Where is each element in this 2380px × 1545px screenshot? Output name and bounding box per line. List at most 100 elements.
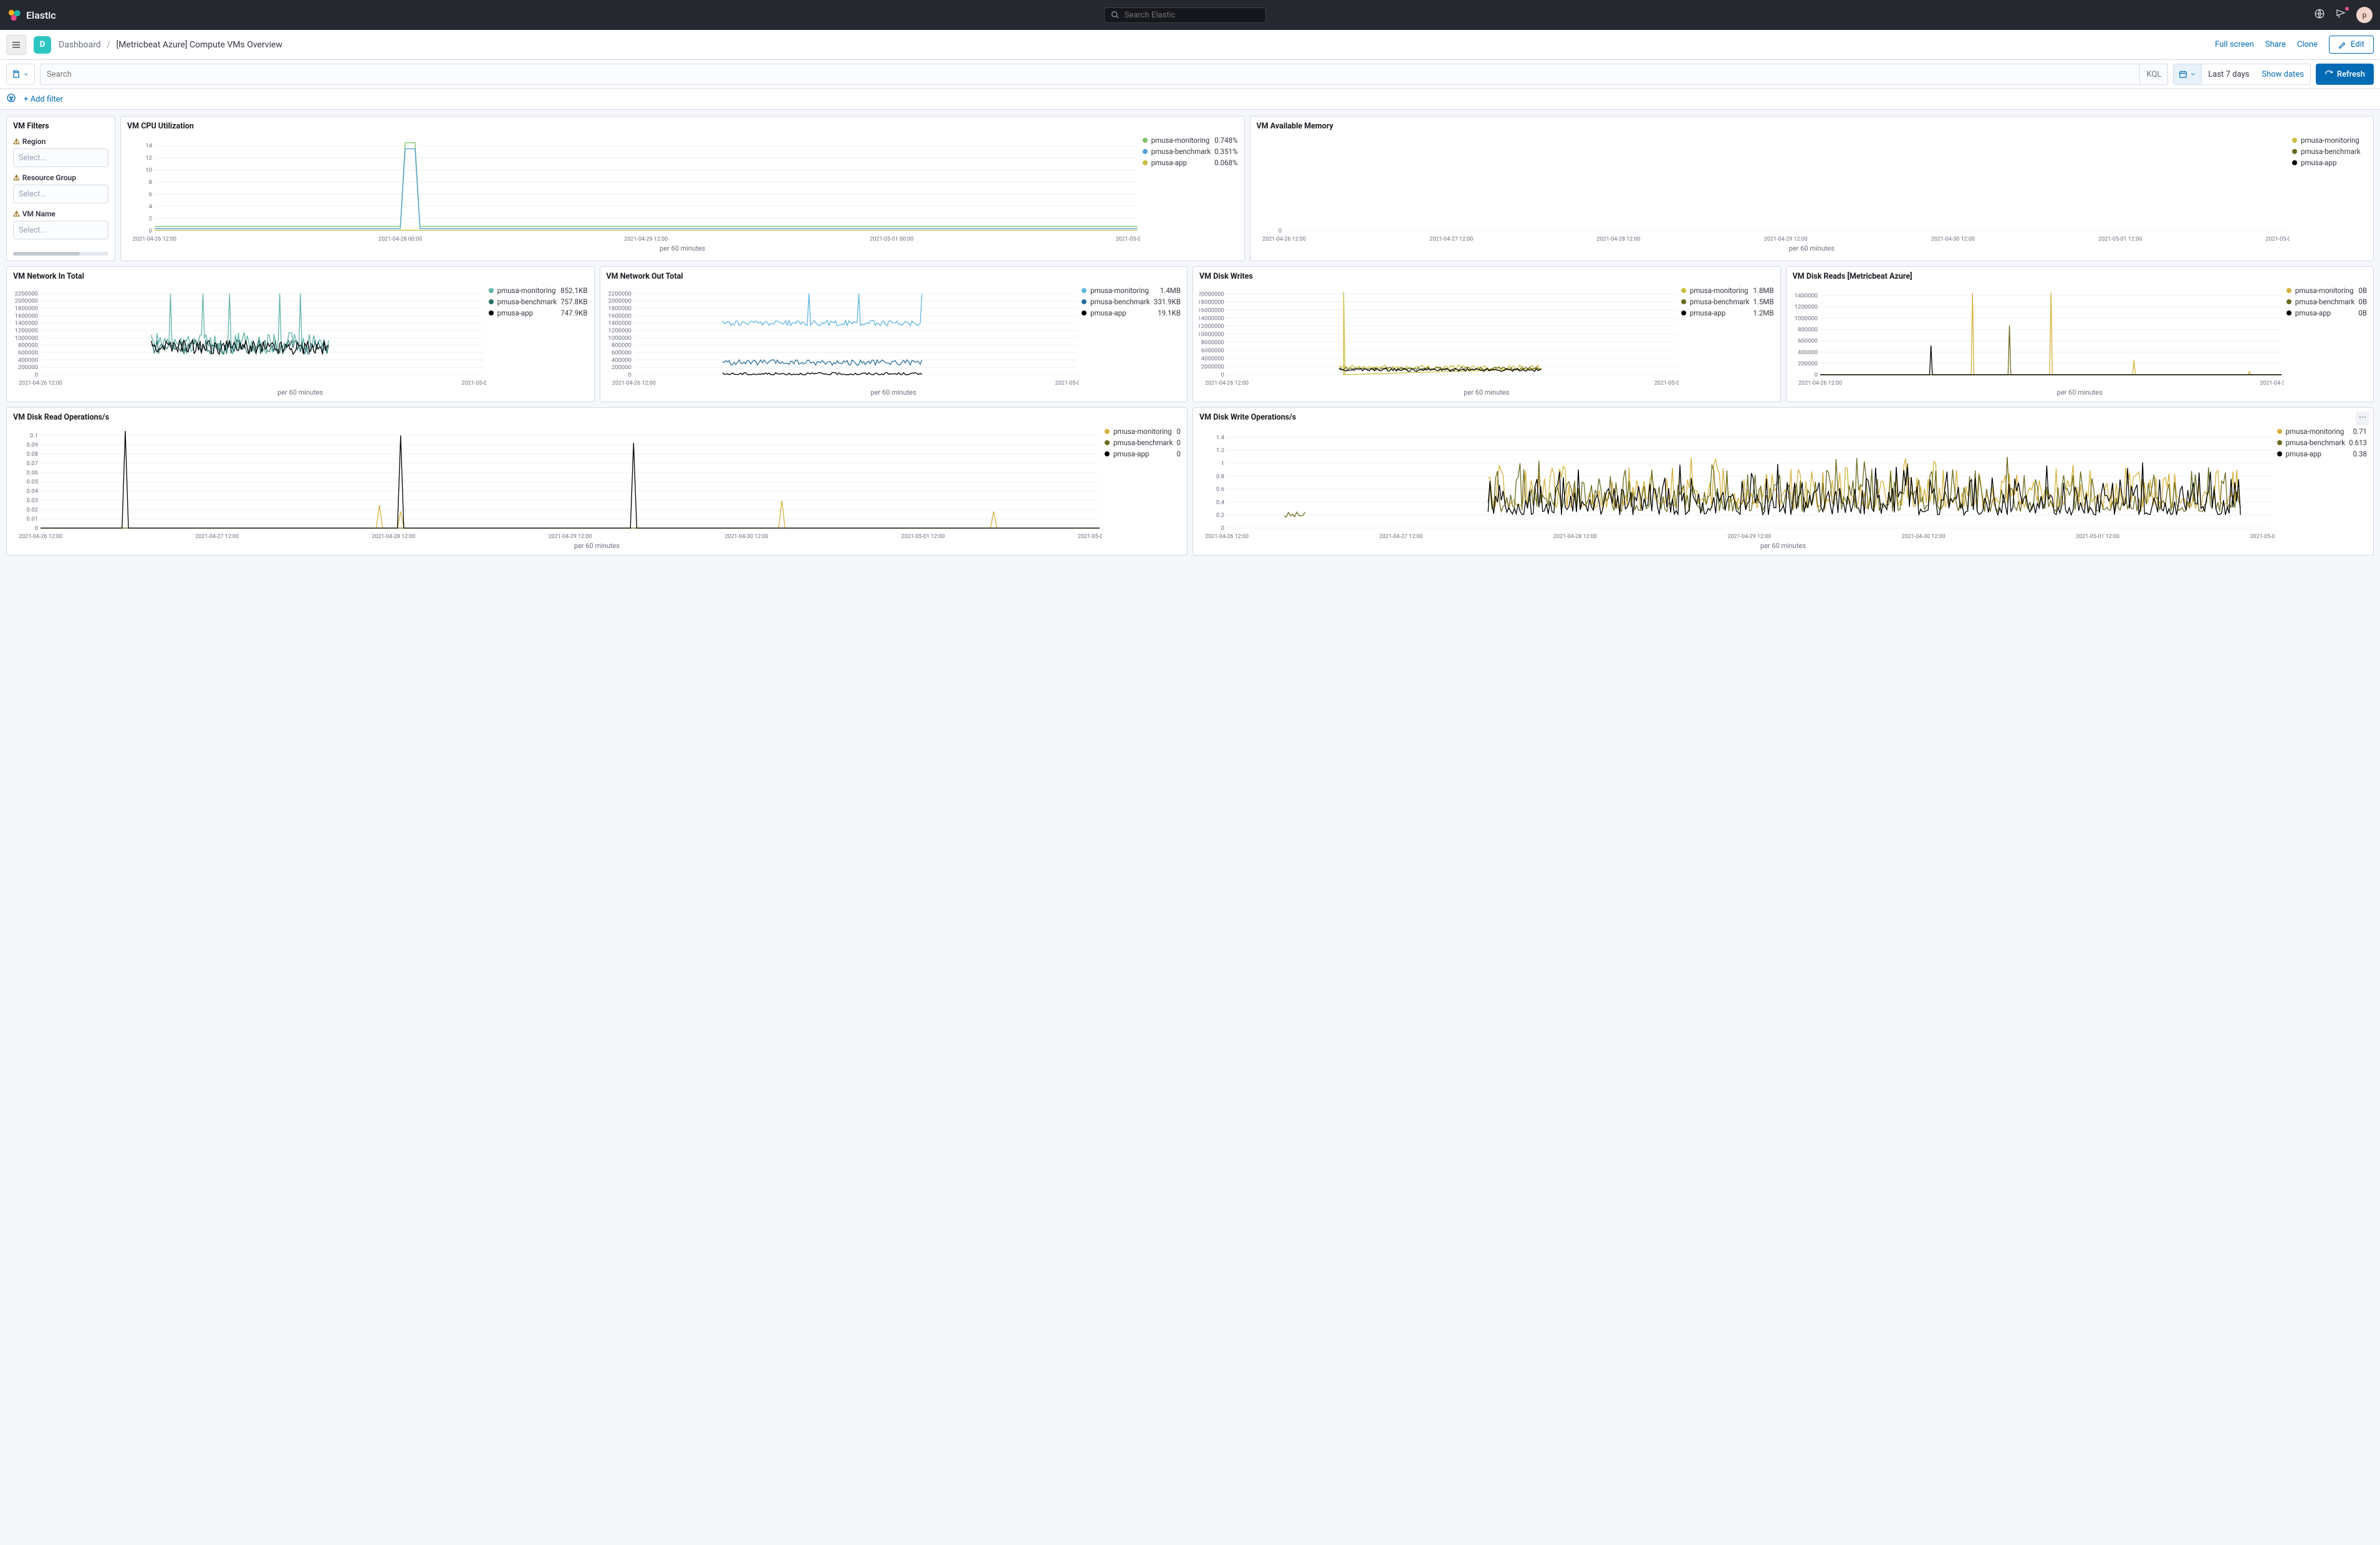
legend-value: 0.38 [2353,450,2367,458]
chevron-down-icon [2190,71,2196,77]
legend-item[interactable]: pmusa-benchmark331.9KB [1082,297,1181,306]
filter-select[interactable]: Select... [13,221,108,239]
svg-text:2021-04-26 12:00: 2021-04-26 12:00 [612,380,656,386]
legend-item[interactable]: pmusa-monitoring [2292,136,2367,145]
show-dates-link[interactable]: Show dates [2255,70,2310,79]
integrations-icon[interactable] [2314,8,2325,22]
svg-text:12000000: 12000000 [1199,323,1224,330]
query-input-wrap: KQL [40,64,2168,85]
legend-item[interactable]: pmusa-monitoring1.8MB [1681,286,1774,295]
panel-vm-disk-read-ops: VM Disk Read Operations/s 00.010.020.030… [6,407,1188,556]
svg-text:2021-04-28 12:00: 2021-04-28 12:00 [1596,236,1640,242]
svg-text:2200000: 2200000 [608,291,631,297]
legend-item[interactable]: pmusa-monitoring0B [2286,286,2367,295]
panel-vm-disk-reads: VM Disk Reads [Metricbeat Azure] 0200000… [1786,266,2374,402]
svg-text:2021-04-26 12:00: 2021-04-26 12:00 [19,380,62,386]
panel-scrollbar[interactable] [13,252,108,256]
chart-svg: 0200000400000600000800000100000012000001… [13,286,486,386]
legend-item[interactable]: pmusa-app0B [2286,309,2367,317]
legend-item[interactable]: pmusa-app19.1KB [1082,309,1181,317]
legend-value: 0.748% [1214,136,1237,145]
svg-text:1.4: 1.4 [1216,434,1225,441]
svg-text:2021-04-26 12:00: 2021-04-26 12:00 [133,236,176,242]
add-filter-link[interactable]: + Add filter [24,95,63,104]
legend-item[interactable]: pmusa-benchmark0.351% [1143,147,1238,156]
legend-item[interactable]: pmusa-monitoring0 [1105,427,1181,436]
legend-item[interactable]: pmusa-monitoring0.71 [2277,427,2367,436]
clone-link[interactable]: Clone [2297,40,2318,49]
svg-text:8000000: 8000000 [1201,339,1224,346]
chevron-down-icon [23,71,29,77]
svg-text:2021-05-02 12:00: 2021-05-02 12:00 [2250,534,2274,539]
svg-text:1400000: 1400000 [608,320,631,327]
svg-text:0: 0 [628,372,631,378]
legend-item[interactable]: pmusa-app0.068% [1143,158,1238,167]
legend-dot [2277,451,2282,456]
legend-dot [489,288,494,293]
legend-name: pmusa-monitoring [2286,427,2349,436]
legend-item[interactable]: pmusa-monitoring0.748% [1143,136,1238,145]
panel-title: VM Network In Total [13,272,588,281]
user-avatar[interactable]: p [2356,7,2373,23]
svg-text:2021-04-28 00:00: 2021-04-28 00:00 [378,236,422,242]
refresh-button[interactable]: Refresh [2316,64,2374,85]
time-range-value[interactable]: Last 7 days [2202,70,2255,79]
legend-item[interactable]: pmusa-app [2292,158,2367,167]
svg-text:0: 0 [1221,372,1224,378]
panel-vm-net-in: VM Network In Total 02000004000006000008… [6,266,595,402]
panel-title: VM Disk Writes [1199,272,1774,281]
global-search-box[interactable] [1104,7,1266,23]
nav-toggle-button[interactable] [6,35,26,55]
legend-item[interactable]: pmusa-app0.38 [2277,450,2367,458]
legend-value: 0.613 [2349,438,2367,447]
space-badge[interactable]: D [34,36,51,54]
fullscreen-link[interactable]: Full screen [2215,40,2254,49]
legend-name: pmusa-monitoring [1690,286,1750,295]
legend-item[interactable]: pmusa-benchmark0B [2286,297,2367,306]
pencil-icon [2338,41,2347,49]
svg-text:2: 2 [149,215,152,222]
legend-item[interactable]: pmusa-monitoring1.4MB [1082,286,1181,295]
svg-text:2200000: 2200000 [15,291,38,297]
legend-item[interactable]: pmusa-monitoring852.1KB [489,286,588,295]
chart-svg: 0200000040000006000000800000010000000120… [1199,286,1679,386]
edit-button[interactable]: Edit [2329,36,2374,54]
panel-vm-filters: VM Filters ⚠RegionSelect...⚠Resource Gro… [6,116,115,261]
svg-text:2021-04-26 12:00: 2021-04-26 12:00 [1262,236,1306,242]
filter-icon[interactable] [6,93,16,105]
saved-query-button[interactable] [6,64,35,85]
legend-item[interactable]: pmusa-app0 [1105,450,1181,458]
legend-name: pmusa-monitoring [497,286,557,295]
legend-item[interactable]: pmusa-benchmark757.8KB [489,297,588,306]
legend-value: 331.9KB [1154,297,1181,306]
svg-text:800000: 800000 [1797,326,1817,333]
panel-options-button[interactable] [2356,412,2369,425]
chart-xlabel: per 60 minutes [13,388,588,397]
elastic-logo[interactable]: Elastic [7,8,56,22]
legend-item[interactable]: pmusa-app747.9KB [489,309,588,317]
time-range-calendar-button[interactable] [2174,64,2202,84]
filter-select[interactable]: Select... [13,148,108,167]
share-link[interactable]: Share [2265,40,2286,49]
query-input[interactable] [41,70,2139,79]
svg-text:10000000: 10000000 [1199,331,1224,338]
global-search-input[interactable] [1125,11,1259,20]
breadcrumb-root[interactable]: Dashboard [59,40,101,50]
header-bar: D Dashboard / [Metricbeat Azure] Compute… [0,30,2380,60]
svg-text:2021-05-02 12:00: 2021-05-02 12:00 [2265,236,2290,242]
panel-title: VM Disk Write Operations/s [1199,413,2367,422]
legend-item[interactable]: pmusa-benchmark1.5MB [1681,297,1774,306]
legend-item[interactable]: pmusa-benchmark0.613 [2277,438,2367,447]
legend-dot [2286,310,2291,315]
svg-text:2021-05-02 12:00: 2021-05-02 12:00 [1116,236,1140,242]
query-lang-button[interactable]: KQL [2139,64,2167,84]
svg-text:1400000: 1400000 [1794,292,1817,299]
legend-name: pmusa-benchmark [1690,297,1750,306]
legend-item[interactable]: pmusa-benchmark0 [1105,438,1181,447]
filter-select[interactable]: Select... [13,185,108,203]
panel-vm-disk-write-ops: VM Disk Write Operations/s 00.20.40.60.8… [1192,407,2374,556]
legend-item[interactable]: pmusa-benchmark [2292,147,2367,156]
news-icon[interactable] [2335,8,2346,22]
legend-item[interactable]: pmusa-app1.2MB [1681,309,1774,317]
search-icon [1111,11,1120,19]
